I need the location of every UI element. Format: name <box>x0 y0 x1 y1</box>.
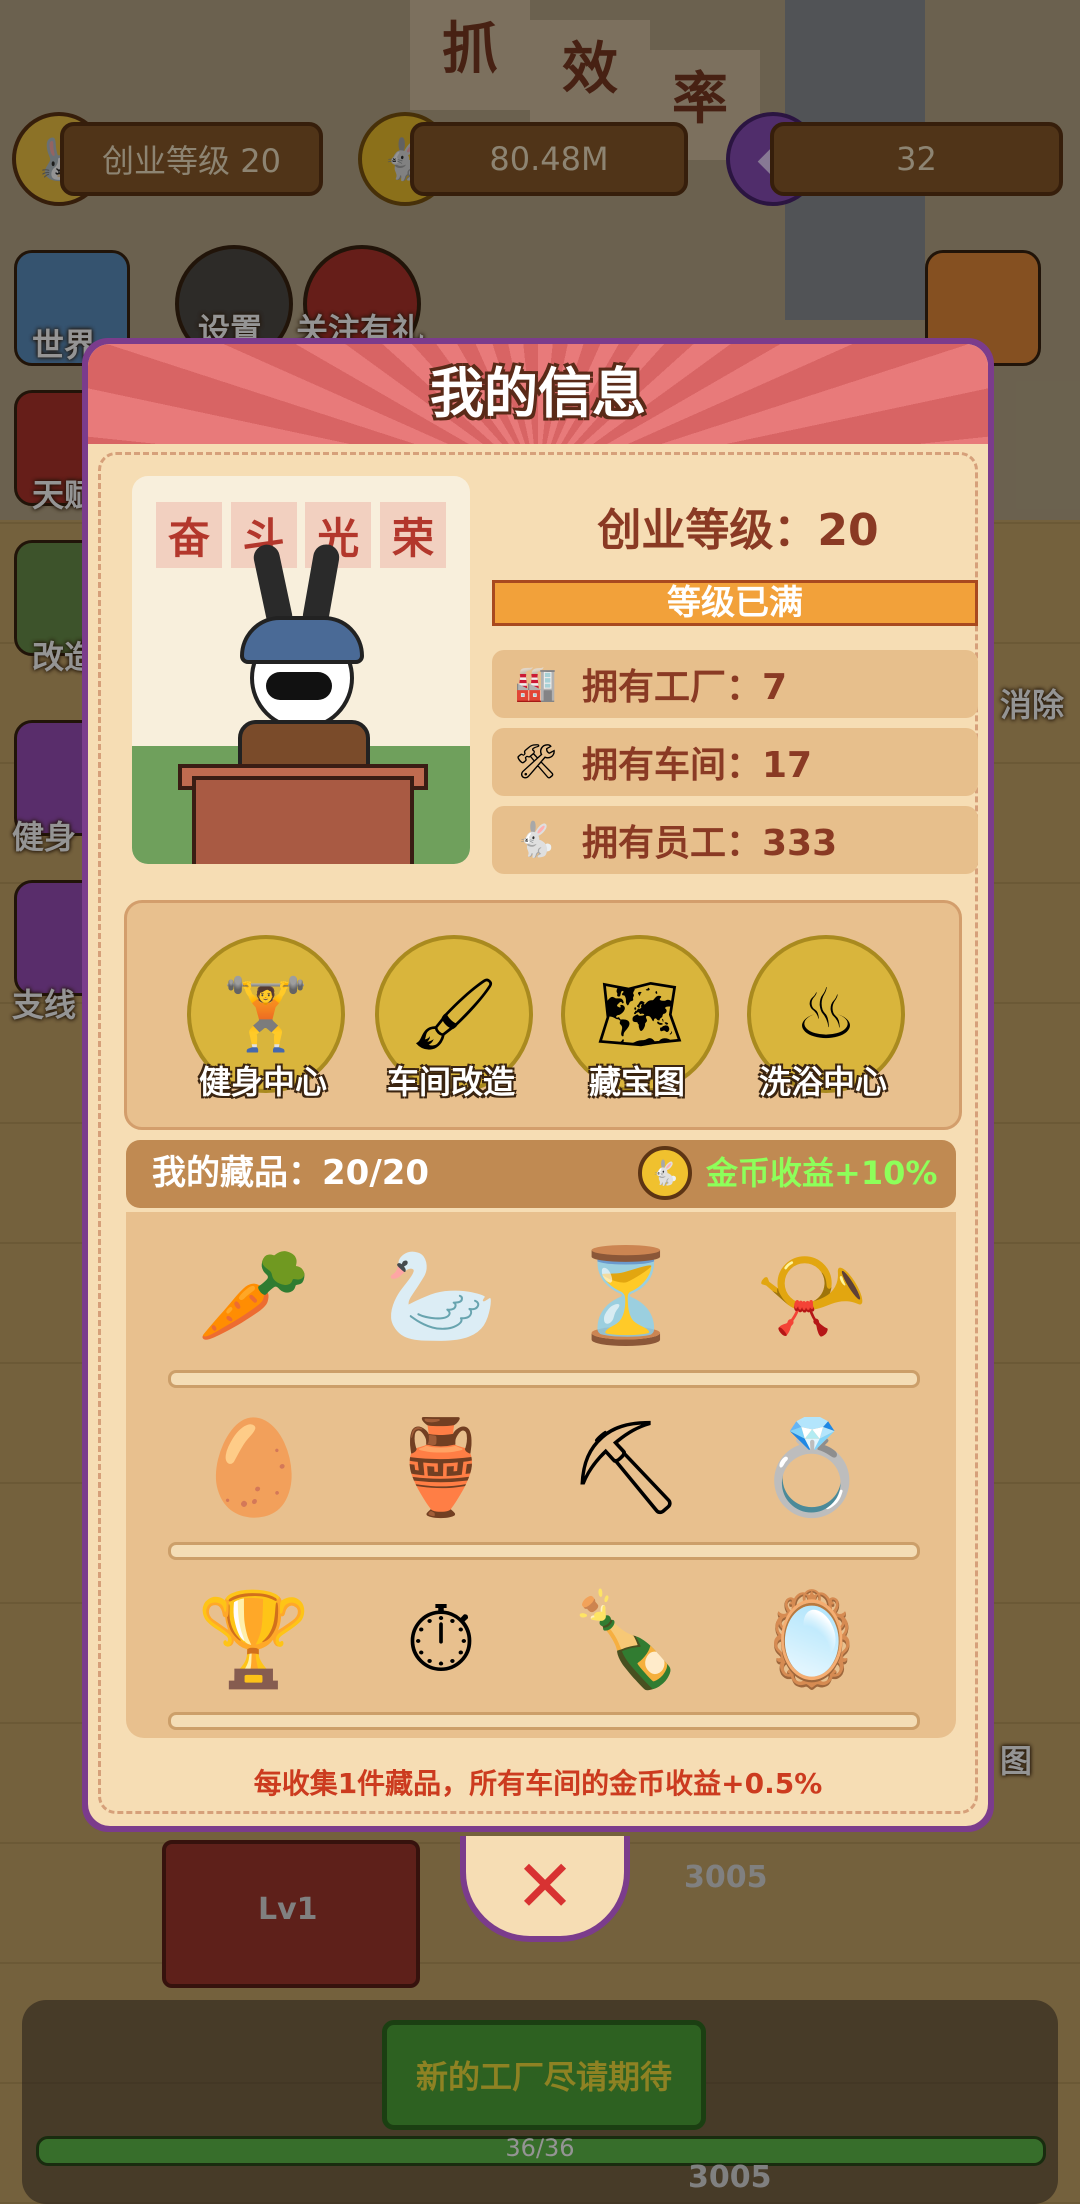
desk-icon <box>192 776 414 864</box>
factory-icon: 🏭 <box>514 664 558 704</box>
stat-workshops: 🛠 拥有车间：17 <box>492 728 978 796</box>
slogan-char: 奋 <box>156 502 222 568</box>
my-info-modal: 我的信息 奋 斗 光 荣 创业等级：20 等级已满 🏭 拥有工厂：7 🛠 拥有车… <box>82 338 994 1832</box>
collection-title: 我的藏品：20/20 <box>152 1153 430 1193</box>
modal-body: 我的信息 奋 斗 光 荣 创业等级：20 等级已满 🏭 拥有工厂：7 🛠 拥有车… <box>88 344 988 1826</box>
workshop-renovation-button[interactable]: 🖌 车间改造 <box>371 935 533 1105</box>
collection-grid: 🥕 🦢 ⏳ 📯 🥚 🏺 ⛏ 💍 🏆 ⏱ 🍾 🪞 <box>126 1212 956 1738</box>
crystal-swans-icon[interactable]: 🦢 <box>371 1226 511 1366</box>
stat-label: 拥有员工：333 <box>582 823 838 864</box>
feature-label: 车间改造 <box>386 1063 515 1101</box>
collection-header: 我的藏品：20/20 🐇 金币收益+10% <box>126 1140 956 1208</box>
max-level-bar: 等级已满 <box>492 580 978 626</box>
shelf <box>168 1370 920 1388</box>
coin-icon: 🐇 <box>638 1146 692 1200</box>
collection-bonus: 金币收益+10% <box>706 1154 938 1192</box>
hourglass-icon[interactable]: ⏳ <box>556 1226 696 1366</box>
golden-egg-icon[interactable]: 🥚 <box>184 1398 324 1538</box>
jeweled-vase-icon[interactable]: 🏺 <box>371 1398 511 1538</box>
stat-label: 拥有工厂：7 <box>582 667 788 708</box>
shelf <box>168 1712 920 1730</box>
hand-mirror-icon[interactable]: 🪞 <box>742 1570 882 1710</box>
treasure-map-button[interactable]: 🗺 藏宝图 <box>557 935 719 1105</box>
visor-icon <box>266 672 332 700</box>
employees-icon: 🐇 <box>514 820 558 860</box>
gym-center-button[interactable]: 🏋 健身中心 <box>183 935 345 1105</box>
feature-label: 藏宝图 <box>588 1063 685 1101</box>
close-button[interactable]: ✕ <box>460 1836 630 1942</box>
portrait-slogan: 奋 斗 光 荣 <box>156 502 446 568</box>
golden-carrot-icon[interactable]: 🥕 <box>184 1226 324 1366</box>
slogan-char: 荣 <box>379 502 446 568</box>
feature-label: 洗浴中心 <box>758 1063 887 1101</box>
cap-icon <box>240 616 364 664</box>
player-portrait: 奋 斗 光 荣 <box>132 476 470 864</box>
golden-shovel-icon[interactable]: ⛏ <box>556 1398 696 1538</box>
bathhouse-button[interactable]: ♨ 洗浴中心 <box>743 935 905 1105</box>
close-icon: ✕ <box>514 1844 576 1928</box>
collection-note: 每收集1件藏品，所有车间的金币收益+0.5% <box>253 1767 823 1800</box>
stat-employees: 🐇 拥有员工：333 <box>492 806 978 874</box>
stat-factories: 🏭 拥有工厂：7 <box>492 650 978 718</box>
silver-trophy-icon[interactable]: 🏆 <box>184 1570 324 1710</box>
shelf <box>168 1542 920 1560</box>
message-bottle-icon[interactable]: 🍾 <box>556 1570 696 1710</box>
modal-title: 我的信息 <box>430 362 646 425</box>
feature-shortcuts: 🏋 健身中心 🖌 车间改造 🗺 藏宝图 ♨ 洗浴中心 <box>124 900 962 1130</box>
stat-label: 拥有车间：17 <box>582 745 813 786</box>
entrepreneur-level: 创业等级：20 <box>597 505 879 556</box>
pocket-watch-icon[interactable]: ⏱ <box>371 1570 511 1710</box>
jeweled-horn-icon[interactable]: 📯 <box>742 1226 882 1366</box>
feature-label: 健身中心 <box>198 1063 327 1101</box>
golden-ring-icon[interactable]: 💍 <box>742 1398 882 1538</box>
workshop-icon: 🛠 <box>514 742 558 782</box>
